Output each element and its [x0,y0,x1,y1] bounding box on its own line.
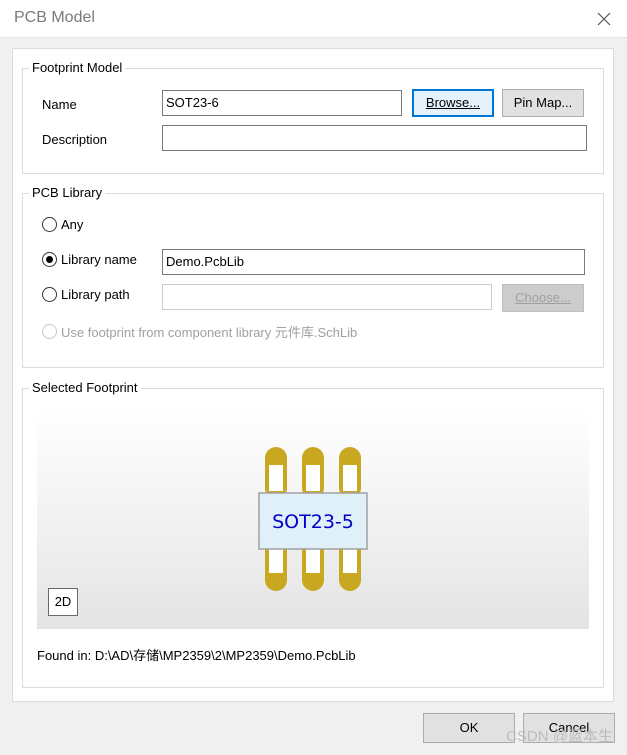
pad-bottom-3-hole [343,547,357,573]
pin-map-button[interactable]: Pin Map... [502,89,584,117]
choose-label: Choose... [515,290,571,305]
description-input[interactable] [162,125,587,151]
selected-footprint-title: Selected Footprint [29,380,141,396]
close-button[interactable] [581,0,627,38]
pad-bottom-2-hole [306,547,320,573]
radio-library-name-circle [42,252,57,267]
close-icon [597,12,611,26]
radio-use-component-library-label: Use footprint from component library 元件库… [61,325,358,340]
pad-top-1-hole [269,465,283,491]
name-input[interactable]: SOT23-6 [162,90,402,116]
radio-library-name[interactable]: Library name [42,252,137,267]
library-path-input[interactable] [162,284,492,310]
radio-library-path-circle [42,287,57,302]
dialog-body: Footprint Model Name SOT23-6 Browse... P… [12,48,614,702]
radio-any-label: Any [61,217,84,232]
radio-use-component-library-circle [42,324,57,339]
radio-library-name-label: Library name [61,252,137,267]
pin-map-label: Pin Map... [513,95,573,110]
window-title: PCB Model [14,9,95,26]
ok-button[interactable]: OK [423,713,515,743]
pad-top-3-hole [343,465,357,491]
view-2d-button[interactable]: 2D [48,588,78,616]
name-label: Name [42,97,77,112]
found-in-path: Found in: D:\AD\存储\MP2359\2\MP2359\Demo.… [37,648,356,663]
component-label: SOT23-5 [272,511,354,533]
browse-label: Browse... [425,95,481,110]
radio-library-path-label: Library path [61,287,130,302]
pcb-library-title: PCB Library [29,185,106,201]
pad-top-2-hole [306,465,320,491]
footprint-model-title: Footprint Model [29,60,126,76]
radio-any-circle [42,217,57,232]
radio-library-path[interactable]: Library path [42,287,130,302]
radio-any[interactable]: Any [42,217,83,232]
watermark: CSDN @蓝本生 [506,728,613,745]
description-label: Description [42,132,108,147]
browse-button[interactable]: Browse... [412,89,494,117]
ok-label: OK [459,720,479,735]
radio-use-component-library[interactable]: Use footprint from component library 元件库… [42,322,357,341]
footprint-model-group: Footprint Model Name SOT23-6 Browse... P… [22,60,604,174]
footprint-preview[interactable]: SOT23-5 2D [37,409,589,629]
choose-button[interactable]: Choose... [502,284,584,312]
pcb-library-group: PCB Library Any Library name Demo.PcbLib… [22,185,604,368]
title-bar: PCB Model [0,0,627,38]
library-name-input[interactable]: Demo.PcbLib [162,249,585,275]
top-pads [265,447,361,499]
pad-bottom-1-hole [269,547,283,573]
footprint-drawing: SOT23-5 [258,447,368,591]
